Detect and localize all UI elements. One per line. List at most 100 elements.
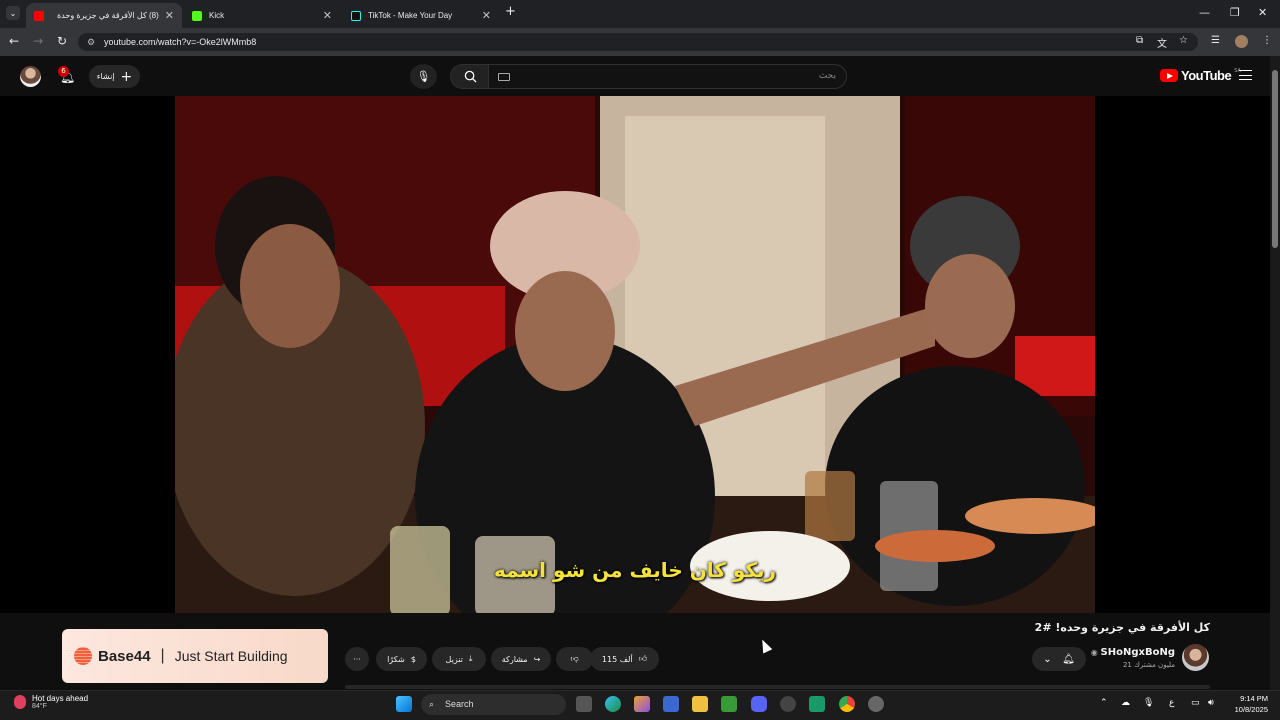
subscribed-button[interactable]: ⌄ 🔔︎ <box>1032 647 1086 671</box>
site-info-icon[interactable]: ⚙ <box>87 33 95 51</box>
clock-date: 10/8/2025 <box>1234 705 1268 714</box>
video-title: كل الأفرقة في جزيرة وحده! #2 <box>1034 621 1210 634</box>
install-app-icon[interactable]: ⧉ <box>1136 35 1143 46</box>
bell-icon: 🔔︎ <box>1062 653 1075 665</box>
channel-name-text: SHoNgxBoNg <box>1100 647 1175 658</box>
ad-separator: | <box>160 647 165 664</box>
more-actions-button[interactable]: ··· <box>345 647 369 671</box>
share-button[interactable]: مشاركة ↪ <box>491 647 551 671</box>
thumbs-down-icon: 👎︎ <box>570 654 579 663</box>
subscriber-count: 21 مليون مشترك <box>1122 661 1175 669</box>
like-button[interactable]: 115 ألف 👍︎ <box>590 647 659 671</box>
weather-title: Hot days ahead <box>32 694 89 703</box>
taskbar-search[interactable]: ⌕ Search <box>421 694 566 715</box>
tray-overflow-icon[interactable]: ⌃ <box>1100 698 1108 708</box>
bookmark-star-icon[interactable]: ☆ <box>1179 35 1188 46</box>
guide-menu-icon[interactable] <box>1239 70 1252 80</box>
profile-avatar[interactable] <box>1235 35 1248 48</box>
tiktok-favicon-icon <box>351 10 361 21</box>
system-clock[interactable]: 9:14 PM 10/8/2025 <box>1218 693 1268 715</box>
network-icon[interactable]: ▭ <box>1191 698 1200 708</box>
youtube-wordmark: YouTube <box>1181 68 1232 83</box>
app-icon[interactable] <box>809 696 825 712</box>
new-tab-button[interactable]: + <box>505 4 516 19</box>
forward-arrow-icon[interactable]: → <box>33 34 43 48</box>
copilot-icon[interactable] <box>634 696 650 712</box>
reload-icon[interactable]: ↻ <box>57 34 67 48</box>
edge-browser-icon[interactable] <box>605 696 621 712</box>
voice-search-button[interactable]: 🎙︎ <box>410 64 437 89</box>
minimize-button[interactable]: — <box>1199 6 1210 19</box>
video-scene-image <box>175 96 1095 613</box>
search-icon: ⌕ <box>429 699 435 709</box>
user-avatar[interactable] <box>20 66 41 87</box>
weather-widget[interactable]: Hot days ahead 84°F <box>14 694 88 710</box>
download-icon: ⤓ <box>468 654 473 663</box>
share-label: مشاركة <box>501 654 528 664</box>
search-button[interactable] <box>450 64 489 89</box>
tab-title: TikTok - Make Your Day <box>368 11 453 20</box>
extensions-icon[interactable]: ☰ <box>1211 35 1220 46</box>
discord-icon[interactable] <box>751 696 767 712</box>
ad-tagline: Just Start Building <box>174 648 288 664</box>
thermometer-icon <box>14 695 26 709</box>
tab-kick[interactable]: Kick ✕ <box>184 3 340 28</box>
channel-avatar[interactable] <box>1182 644 1209 671</box>
translate-icon[interactable]: 文 <box>1157 35 1167 50</box>
video-subtitle: ريكو كان خايف من شو اسمه <box>493 558 777 582</box>
file-explorer-icon[interactable] <box>692 696 708 712</box>
close-tab-icon[interactable]: ✕ <box>482 9 491 22</box>
microphone-icon[interactable]: 🎙︎ <box>1143 698 1154 708</box>
download-button[interactable]: تنزيل ⤓ <box>432 647 486 671</box>
youtube-logo[interactable]: YouTube SA <box>1160 68 1241 83</box>
xbox-icon[interactable] <box>721 696 737 712</box>
weather-temp: 84°F <box>32 703 47 710</box>
notification-badge: 6 <box>58 66 69 77</box>
thanks-button[interactable]: شكرًا $ <box>376 647 427 671</box>
close-tab-icon[interactable]: ✕ <box>323 9 332 22</box>
windows-start-icon[interactable] <box>396 696 412 712</box>
url-text: youtube.com/watch?v=-Oke2lWMmb8 <box>104 37 257 47</box>
search-icon <box>464 70 477 83</box>
store-icon[interactable] <box>663 696 679 712</box>
thanks-label: شكرًا <box>387 654 405 664</box>
maximize-button[interactable]: ❐ <box>1230 6 1240 19</box>
share-arrow-icon: ↪ <box>533 654 541 664</box>
verified-icon: ◉ <box>1090 648 1101 657</box>
browser-tab-strip: ⌄ (8) كل الأفرقة في جزيرة وحدة ✕ Kick ✕ … <box>0 0 1280 28</box>
task-view-icon[interactable] <box>576 696 592 712</box>
search-input[interactable]: بحث <box>488 64 847 89</box>
create-label: إنشاء <box>96 72 115 81</box>
scrollbar-thumb[interactable] <box>1272 70 1278 248</box>
create-button[interactable]: إنشاء + <box>89 65 140 88</box>
keyboard-icon[interactable] <box>498 73 510 81</box>
close-tab-icon[interactable]: ✕ <box>165 9 174 22</box>
clock-time: 9:14 PM <box>1240 694 1268 703</box>
kick-favicon-icon <box>192 10 202 21</box>
ad-brand: Base44 <box>98 647 151 665</box>
app-icon[interactable] <box>780 696 796 712</box>
tab-tiktok[interactable]: TikTok - Make Your Day ✕ <box>343 3 499 28</box>
like-count: 115 ألف <box>601 654 633 664</box>
chrome-icon[interactable] <box>839 696 855 712</box>
dislike-button[interactable]: 👎︎ <box>556 647 593 671</box>
input-language[interactable]: ع <box>1169 698 1174 708</box>
microphone-icon: 🎙︎ <box>416 70 431 83</box>
video-frame[interactable] <box>175 96 1095 613</box>
address-bar[interactable]: ⚙ youtube.com/watch?v=-Oke2lWMmb8 <box>78 33 1198 51</box>
onedrive-cloud-icon[interactable]: ☁ <box>1121 698 1130 708</box>
volume-icon[interactable]: 🔊︎ <box>1208 698 1214 708</box>
thumbs-up-icon: 👍︎ <box>638 654 648 663</box>
youtube-favicon-icon <box>34 10 44 21</box>
search-placeholder: بحث <box>818 71 836 81</box>
download-label: تنزيل <box>445 654 463 664</box>
channel-name[interactable]: ◉ SHoNgxBoNg <box>1000 647 1175 658</box>
tab-search-button[interactable]: ⌄ <box>6 6 20 20</box>
tab-youtube[interactable]: (8) كل الأفرقة في جزيرة وحدة ✕ <box>26 3 182 28</box>
super-thanks-icon: $ <box>410 654 416 664</box>
chrome-menu-icon[interactable]: ⋮ <box>1262 35 1272 46</box>
close-window-button[interactable]: ✕ <box>1258 6 1267 19</box>
back-arrow-icon[interactable]: ← <box>9 34 19 48</box>
settings-gear-icon[interactable] <box>868 696 884 712</box>
sponsored-ad-banner[interactable]: Base44 | Just Start Building <box>62 629 328 683</box>
